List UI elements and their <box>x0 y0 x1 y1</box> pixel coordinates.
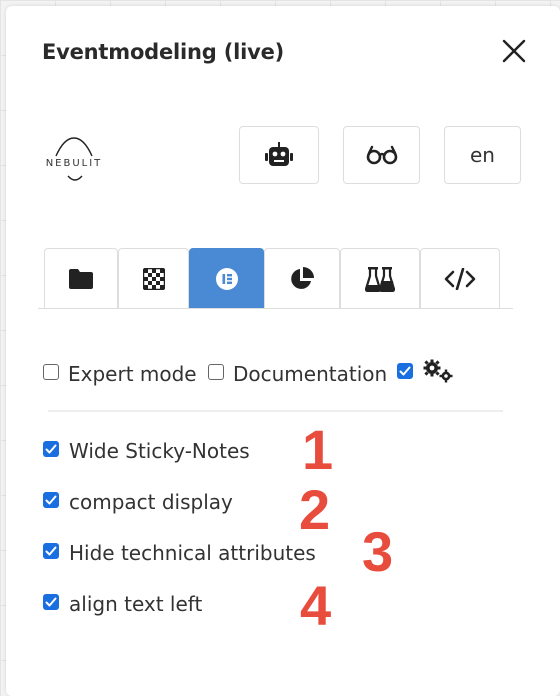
checkmark-icon <box>45 597 57 607</box>
hide-technical-attributes-checkbox[interactable] <box>43 543 59 559</box>
compact-display-checkbox[interactable] <box>43 492 59 508</box>
expert-mode-checkbox[interactable] <box>43 364 59 380</box>
annotation-number: 1 <box>302 418 334 481</box>
logo-text: NEBULIT <box>45 158 103 169</box>
expert-mode-label: Expert mode <box>68 362 197 386</box>
language-label: en <box>470 143 495 167</box>
option-label: Wide Sticky-Notes <box>69 439 250 463</box>
documentation-label: Documentation <box>233 362 388 386</box>
panel-title: Eventmodeling (live) <box>42 40 285 64</box>
robot-icon <box>265 142 293 166</box>
annotation-number: 4 <box>300 574 332 637</box>
cogs-icon[interactable] <box>422 358 454 384</box>
option-label: Hide technical attributes <box>69 541 316 565</box>
option-label: align text left <box>69 592 203 616</box>
tab-code[interactable] <box>420 248 500 308</box>
annotation-number: 3 <box>362 520 394 583</box>
tab-folder[interactable] <box>44 248 118 308</box>
folder-icon <box>69 268 93 289</box>
ai-assistant-button[interactable] <box>239 126 319 184</box>
checkerboard-icon <box>142 267 165 290</box>
checkmark-icon <box>45 495 57 505</box>
tab-experiments[interactable] <box>340 248 420 308</box>
align-text-left-checkbox[interactable] <box>43 594 59 610</box>
pie-chart-icon <box>291 266 314 289</box>
nebulit-logo: NEBULIT <box>42 134 106 188</box>
option-label: compact display <box>69 490 233 514</box>
view-mode-button[interactable] <box>343 126 420 184</box>
tab-elementor[interactable] <box>189 248 264 308</box>
glasses-icon <box>366 145 397 165</box>
tab-checkerboard[interactable] <box>118 248 189 308</box>
tab-chart[interactable] <box>264 248 340 308</box>
flask-icon <box>365 266 395 292</box>
annotation-number: 2 <box>299 478 331 541</box>
code-icon <box>444 267 476 290</box>
settings-checkbox[interactable] <box>397 363 413 379</box>
close-icon[interactable] <box>499 36 529 66</box>
wide-sticky-notes-checkbox[interactable] <box>43 441 59 457</box>
documentation-checkbox[interactable] <box>208 364 224 380</box>
section-divider <box>48 410 503 412</box>
checkmark-icon <box>45 444 57 454</box>
elementor-icon <box>215 267 238 290</box>
language-button[interactable]: en <box>444 126 521 184</box>
checkmark-icon <box>399 366 411 376</box>
tab-bar <box>38 248 513 309</box>
checkmark-icon <box>45 546 57 556</box>
